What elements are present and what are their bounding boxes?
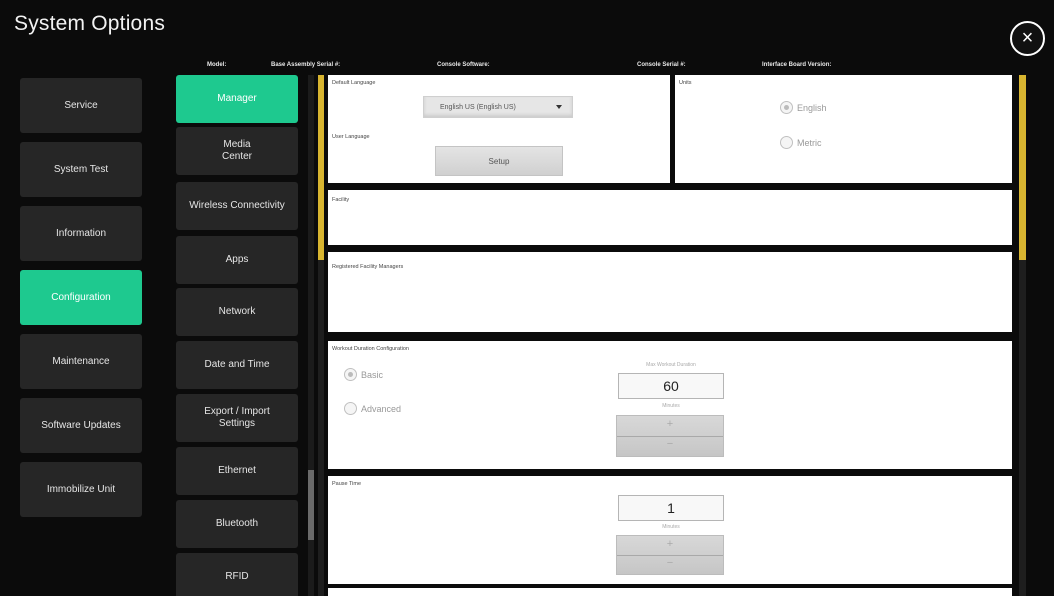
radio-selected-icon bbox=[344, 368, 357, 381]
nav-system-test[interactable]: System Test bbox=[20, 142, 142, 197]
pause-time-stepper[interactable]: + − bbox=[616, 535, 724, 575]
subnav-bluetooth[interactable]: Bluetooth bbox=[176, 500, 298, 548]
registered-managers-label: Registered Facility Managers bbox=[332, 264, 404, 270]
base-serial-info: Base Assembly Serial #: bbox=[271, 62, 341, 68]
subnav-manager[interactable]: Manager bbox=[176, 75, 298, 123]
close-button[interactable]: × bbox=[1010, 21, 1045, 56]
subnav-apps[interactable]: Apps bbox=[176, 236, 298, 284]
workout-duration-stepper[interactable]: + − bbox=[616, 415, 724, 457]
content-scrollbar-right[interactable] bbox=[1019, 75, 1026, 596]
content-scrollbar-left[interactable] bbox=[318, 75, 324, 596]
subnav-ethernet[interactable]: Ethernet bbox=[176, 447, 298, 495]
content-scroll-thumb-right[interactable] bbox=[1019, 260, 1026, 596]
facility-label: Facility bbox=[332, 197, 350, 203]
subnav-export-import-settings[interactable]: Export / Import Settings bbox=[176, 394, 298, 442]
minus-icon[interactable]: − bbox=[617, 438, 723, 450]
nav-maintenance[interactable]: Maintenance bbox=[20, 334, 142, 389]
subnav-date-and-time[interactable]: Date and Time bbox=[176, 341, 298, 389]
subnav-scrollbar[interactable] bbox=[308, 75, 314, 596]
units-label: Units bbox=[679, 80, 692, 86]
interface-board-info: Interface Board Version: bbox=[762, 62, 832, 68]
setup-button[interactable]: Setup bbox=[435, 146, 563, 176]
units-option-english[interactable]: English bbox=[780, 101, 827, 114]
default-language-dropdown[interactable]: English US (English US) bbox=[423, 96, 573, 118]
subnav-rfid[interactable]: RFID bbox=[176, 553, 298, 596]
nav-immobilize-unit[interactable]: Immobilize Unit bbox=[20, 462, 142, 517]
workout-duration-label: Workout Duration Configuration bbox=[332, 346, 409, 352]
nav-service[interactable]: Service bbox=[20, 78, 142, 133]
user-language-label: User Language bbox=[332, 134, 370, 140]
radio-icon bbox=[344, 402, 357, 415]
console-serial-info: Console Serial #: bbox=[637, 62, 686, 68]
minus-icon[interactable]: − bbox=[617, 557, 723, 569]
pause-time-label: Pause Time bbox=[332, 481, 362, 487]
page-title: System Options bbox=[14, 12, 166, 35]
model-info: Model: bbox=[207, 62, 227, 68]
radio-selected-icon bbox=[780, 101, 793, 114]
pause-time-unit: Minutes bbox=[662, 524, 680, 530]
plus-icon[interactable]: + bbox=[617, 538, 723, 550]
subnav-media-center[interactable]: Media Center bbox=[176, 127, 298, 175]
pause-time-panel: Pause Time 1 Minutes + − bbox=[328, 476, 1012, 584]
subnav-scroll-thumb[interactable] bbox=[308, 470, 314, 540]
nav-information[interactable]: Information bbox=[20, 206, 142, 261]
units-option-metric[interactable]: Metric bbox=[780, 136, 822, 149]
workout-option-advanced[interactable]: Advanced bbox=[344, 402, 401, 415]
content-scroll-thumb-left[interactable] bbox=[318, 260, 324, 596]
default-language-label: Default Language bbox=[332, 80, 376, 86]
nav-software-updates[interactable]: Software Updates bbox=[20, 398, 142, 453]
close-icon: × bbox=[1021, 27, 1034, 49]
max-workout-duration-label: Max Workout Duration bbox=[646, 362, 696, 368]
max-workout-duration-value: 60 bbox=[618, 373, 724, 399]
units-panel: Units English Metric bbox=[675, 75, 1012, 183]
facility-panel: Facility bbox=[328, 190, 1012, 245]
default-language-value: English US (English US) bbox=[440, 103, 516, 111]
chevron-down-icon bbox=[556, 105, 562, 109]
workout-duration-panel: Workout Duration Configuration Basic Adv… bbox=[328, 341, 1012, 469]
workout-option-basic[interactable]: Basic bbox=[344, 368, 383, 381]
console-software-info: Console Software: bbox=[437, 62, 490, 68]
pause-time-value: 1 bbox=[618, 495, 724, 521]
stepper-divider bbox=[617, 555, 723, 556]
registered-managers-panel: Registered Facility Managers bbox=[328, 252, 1012, 332]
radio-icon bbox=[780, 136, 793, 149]
next-panel bbox=[328, 588, 1012, 596]
plus-icon[interactable]: + bbox=[617, 418, 723, 430]
stepper-divider bbox=[617, 436, 723, 437]
subnav-network[interactable]: Network bbox=[176, 288, 298, 336]
language-panel: Default Language English US (English US)… bbox=[328, 75, 670, 183]
max-workout-duration-unit: Minutes bbox=[662, 403, 680, 409]
subnav-wireless-connectivity[interactable]: Wireless Connectivity bbox=[176, 182, 298, 230]
nav-configuration[interactable]: Configuration bbox=[20, 270, 142, 325]
